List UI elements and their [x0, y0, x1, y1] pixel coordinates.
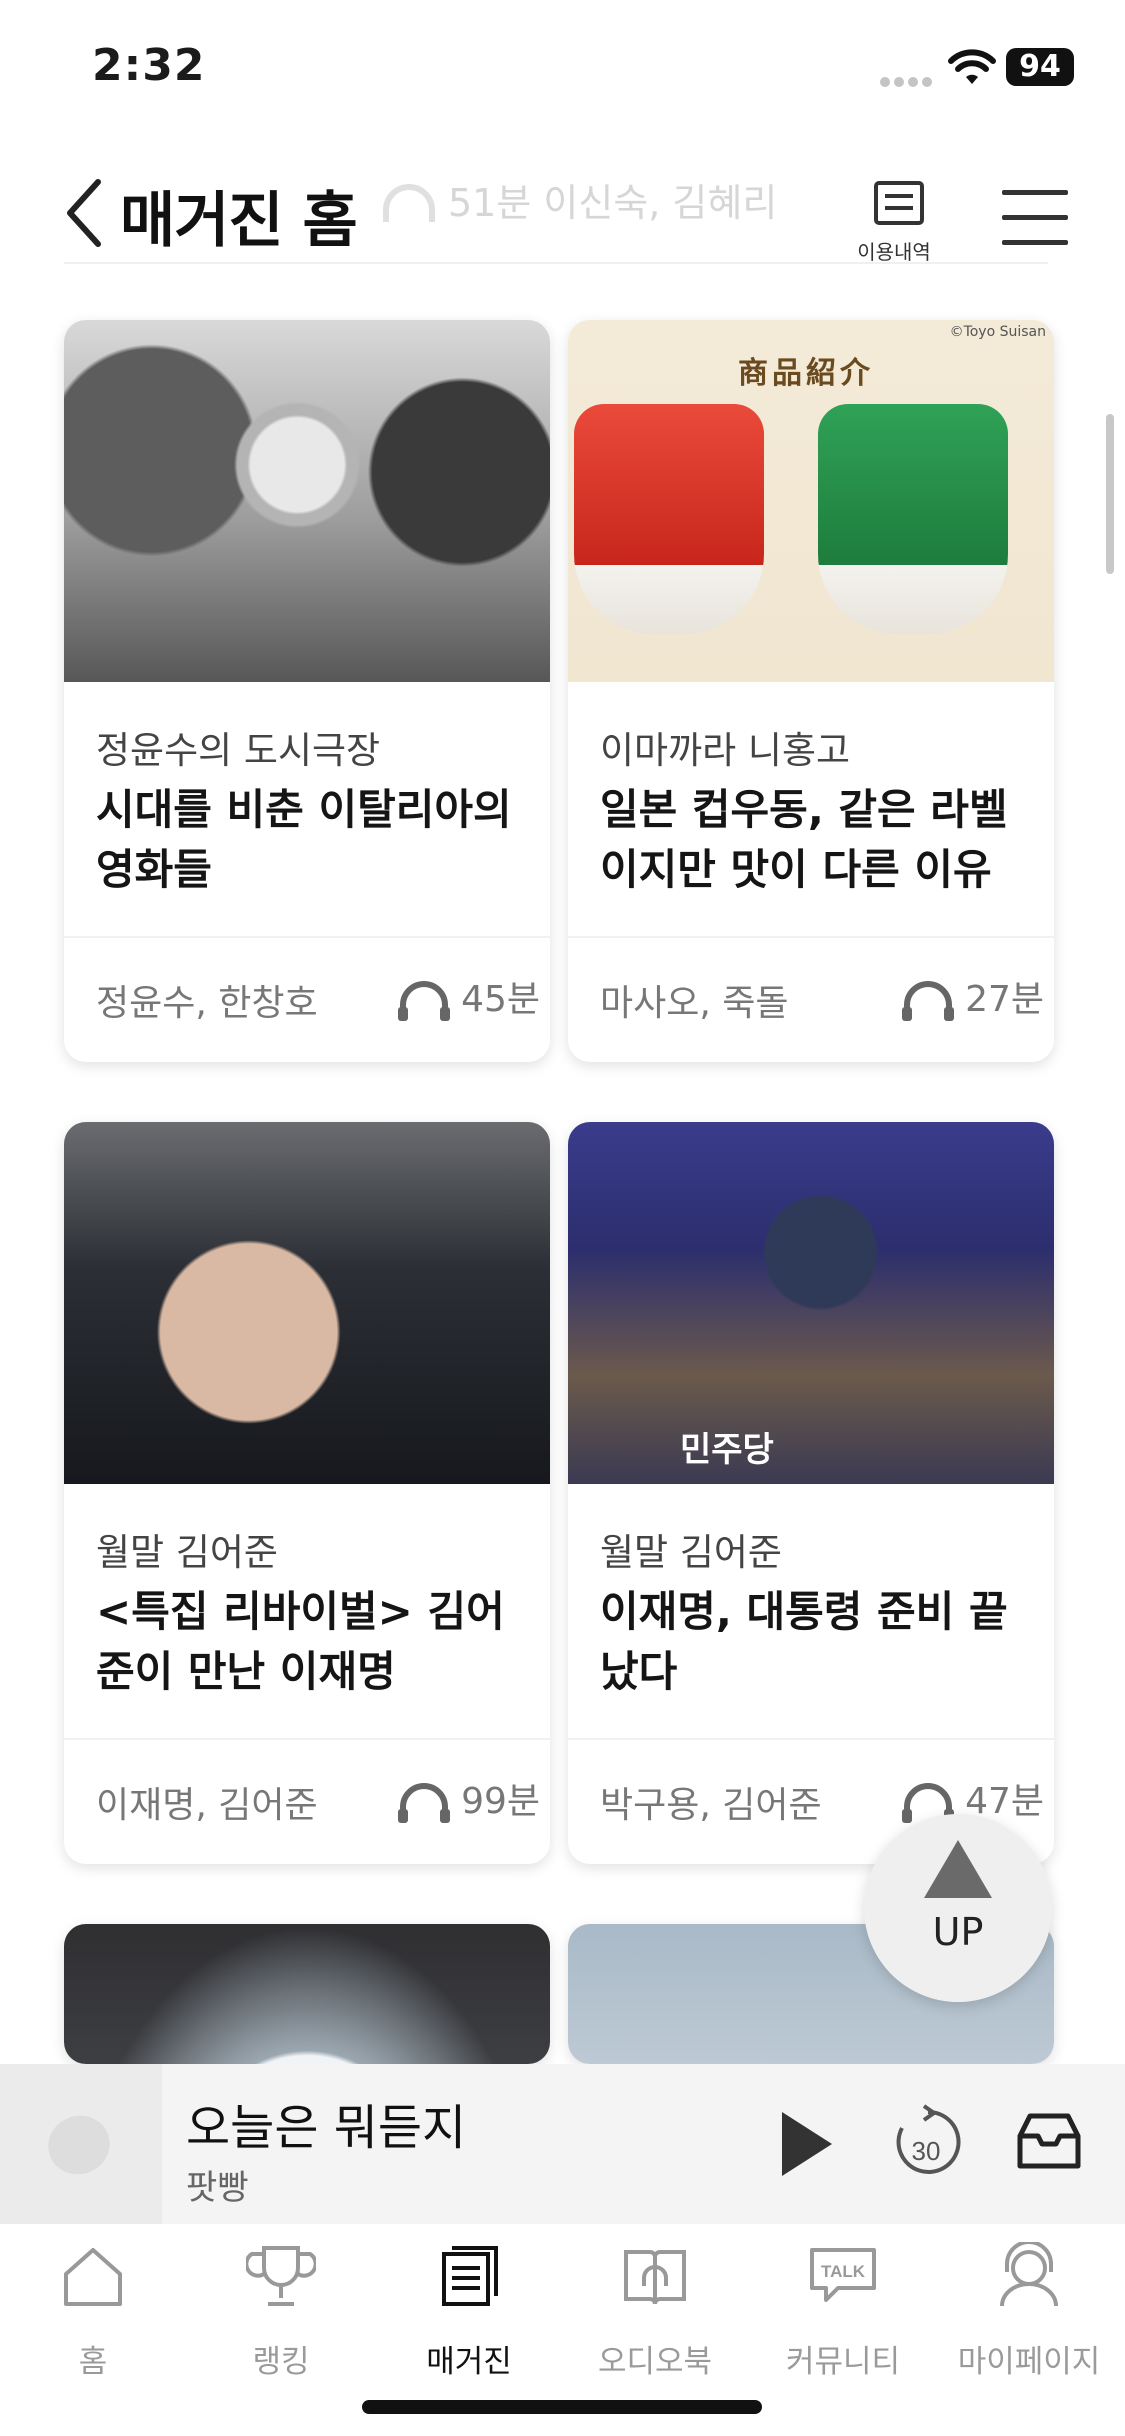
tab-home[interactable]: 홈	[0, 2242, 186, 2381]
card-series: 월말 김어준	[96, 1531, 278, 1574]
card-people: 박구용, 김어준	[600, 1785, 822, 1826]
tab-magazine[interactable]: 매거진	[376, 2242, 562, 2381]
card-image: 민주당	[568, 1122, 1054, 1484]
tab-ranking[interactable]: 랭킹	[188, 2242, 374, 2381]
history-icon	[874, 181, 924, 225]
skip-30-icon: 30	[896, 2104, 961, 2174]
mini-player[interactable]: 오늘은 뭐듣지 팟빵 30	[0, 2064, 1125, 2224]
page-title: 매거진 홈	[120, 186, 358, 256]
card-duration: 45분	[395, 970, 540, 1023]
card-duration: 99분	[395, 1772, 540, 1825]
status-time: 2:32	[92, 40, 206, 91]
card-divider	[64, 1738, 550, 1740]
wifi-icon	[948, 49, 996, 84]
top-header: 51분 이신숙, 김혜리 매거진 홈 이용내역	[0, 150, 1125, 270]
card-people: 마사오, 죽돌	[600, 983, 789, 1024]
player-subtitle: 팟빵	[186, 2168, 249, 2208]
magazine-card[interactable]: 정윤수의 도시극장 시대를 비춘 이탈리아의 영화들 정윤수, 한창호 45분	[64, 320, 550, 1062]
home-indicator[interactable]	[362, 2400, 762, 2414]
tab-label: 매거진	[426, 2344, 512, 2380]
red-cup-noodle	[574, 404, 764, 634]
magazine-card[interactable]: 월말 김어준 <특집 리바이벌> 김어 준이 만난 이재명 이재명, 김어준 9…	[64, 1122, 550, 1864]
play-button[interactable]	[776, 2108, 836, 2180]
menu-button[interactable]	[1002, 190, 1068, 246]
card-image	[64, 320, 550, 682]
card-title: 이재명, 대통령 준비 끝 났다	[600, 1587, 1008, 1696]
tab-label: 마이페이지	[957, 2344, 1101, 2380]
skip-forward-button[interactable]: 30	[888, 2104, 964, 2184]
magazine-card[interactable]: 商品紹介 ©Toyo Suisan 이마까라 니홍고 일본 컵우동, 같은 라벨…	[568, 320, 1054, 1062]
status-bar: 2:32 94	[0, 0, 1125, 140]
card-divider	[64, 936, 550, 938]
scroll-to-top-button[interactable]: UP	[864, 1814, 1052, 2002]
home-icon	[64, 2248, 122, 2306]
image-credit: ©Toyo Suisan	[949, 324, 1046, 340]
player-thumbnail	[0, 2064, 162, 2224]
headphones-icon	[902, 981, 955, 1021]
card-image: 商品紹介 ©Toyo Suisan	[568, 320, 1054, 682]
up-arrow-icon	[924, 1840, 992, 1898]
card-series: 월말 김어준	[600, 1531, 782, 1574]
talk-icon: TALK	[810, 2248, 876, 2302]
card-people: 정윤수, 한창호	[96, 983, 318, 1024]
tab-label: 홈	[78, 2344, 108, 2380]
magazine-icon	[442, 2246, 498, 2306]
card-title: 시대를 비춘 이탈리아의 영화들	[96, 785, 512, 894]
magazine-card[interactable]: 민주당 월말 김어준 이재명, 대통령 준비 끝 났다 박구용, 김어준 47분	[568, 1122, 1054, 1864]
card-duration: 27분	[899, 970, 1044, 1023]
battery-indicator: 94	[1006, 48, 1074, 86]
scrolled-behind-text: 51분 이신숙, 김혜리	[380, 172, 777, 230]
card-series: 이마까라 니홍고	[600, 729, 851, 772]
cellular-signal-icon	[880, 72, 936, 87]
trophy-icon	[246, 2246, 316, 2306]
headphones-icon	[383, 183, 435, 222]
back-button[interactable]	[60, 176, 110, 250]
profile-icon	[1000, 2242, 1058, 2307]
tab-label: 오디오북	[597, 2344, 713, 2380]
svg-text:30: 30	[912, 2136, 941, 2166]
header-divider	[64, 262, 1048, 264]
card-title: <특집 리바이벌> 김어 준이 만난 이재명	[96, 1587, 505, 1696]
card-image	[64, 1122, 550, 1484]
card-title: 일본 컵우동, 같은 라벨 이지만 맛이 다른 이유	[600, 785, 1008, 894]
card-people: 이재명, 김어준	[96, 1785, 318, 1826]
scroll-indicator[interactable]	[1106, 414, 1114, 574]
image-tag: 민주당	[680, 1430, 774, 1470]
tab-label: 랭킹	[252, 2344, 310, 2380]
card-divider	[568, 936, 1054, 938]
history-label: 이용내역	[857, 240, 931, 264]
headphones-icon	[398, 1783, 451, 1823]
audiobook-icon	[624, 2250, 686, 2305]
card-series: 정윤수의 도시극장	[96, 729, 381, 772]
tab-mypage[interactable]: 마이페이지	[936, 2242, 1122, 2381]
green-cup-noodle	[818, 404, 1008, 634]
card-image	[64, 1924, 550, 2064]
magazine-card[interactable]	[64, 1924, 550, 2064]
tab-label: 커뮤니티	[785, 2344, 901, 2380]
up-label: UP	[932, 1910, 984, 1954]
card-divider	[568, 1738, 1054, 1740]
history-button[interactable]: 이용내역	[857, 180, 936, 270]
image-heading: 商品紹介	[738, 356, 874, 391]
tab-community[interactable]: TALK 커뮤니티	[750, 2242, 936, 2381]
inbox-button[interactable]	[1016, 2110, 1082, 2172]
player-title: 오늘은 뭐듣지	[186, 2100, 467, 2156]
bean-logo-icon	[39, 2107, 119, 2183]
svg-text:TALK: TALK	[821, 2262, 866, 2281]
headphones-icon	[398, 981, 451, 1021]
tab-audiobook[interactable]: 오디오북	[562, 2242, 748, 2381]
